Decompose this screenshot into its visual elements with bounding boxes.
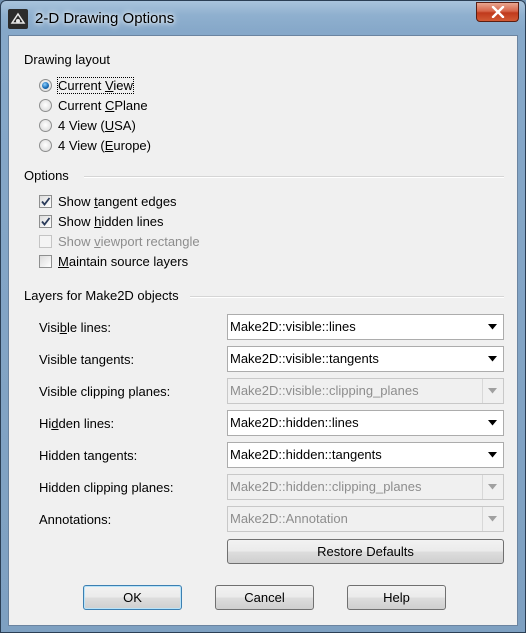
label-text: SA)	[114, 118, 136, 133]
checkbox-label: Show hidden lines	[58, 214, 164, 229]
combobox-value: Make2D::visible::tangents	[230, 351, 379, 366]
label-text: Current	[58, 78, 105, 93]
radio-label: 4 View (USA)	[58, 118, 136, 133]
radio-button-icon[interactable]	[39, 99, 52, 112]
accelerator-key: C	[104, 98, 115, 113]
hidden-tangents-combobox[interactable]: Make2D::hidden::tangents	[227, 442, 504, 468]
hidden-lines-label: Hidden lines:	[39, 416, 114, 431]
help-button[interactable]: Help	[347, 585, 446, 610]
app-icon	[8, 9, 28, 29]
options-separator	[84, 176, 504, 178]
label-text: iewport rectangle	[100, 234, 200, 249]
checkbox-icon	[39, 235, 52, 248]
label-text: Hidden tangents:	[39, 448, 138, 463]
combobox-value: Make2D::visible::clipping_planes	[230, 383, 419, 398]
combobox-value: Make2D::Annotation	[230, 511, 348, 526]
visible-tangents-label: Visible tangents:	[39, 352, 134, 367]
hidden-clipping-planes-label: Hidden clipping planes:	[39, 480, 173, 495]
checkbox-icon[interactable]	[39, 255, 52, 268]
combobox-value: Make2D::hidden::clipping_planes	[230, 479, 422, 494]
label-text: Hi	[39, 416, 52, 431]
label-text: urope)	[113, 138, 151, 153]
close-button[interactable]	[476, 2, 519, 22]
combobox-value: Make2D::visible::lines	[230, 319, 356, 334]
label-text: idden lines	[101, 214, 164, 229]
label-text: Show	[58, 214, 95, 229]
checkbox-label: Show tangent edges	[58, 194, 177, 209]
radio-label: Current CPlane	[58, 98, 148, 113]
radio-label: Current View	[57, 77, 134, 94]
cancel-button[interactable]: Cancel	[215, 585, 314, 610]
label-text: Current	[58, 98, 105, 113]
dropdown-arrow-icon	[482, 507, 503, 531]
accelerator-key: b	[59, 320, 67, 335]
checkbox-label: Show viewport rectangle	[58, 234, 200, 249]
label-text: den lines:	[58, 416, 115, 431]
restore-defaults-button[interactable]: Restore Defaults	[227, 539, 504, 564]
layers-separator	[190, 296, 504, 298]
drawing-layout-label: Drawing layout	[24, 52, 110, 67]
radio-label: 4 View (Europe)	[58, 138, 151, 153]
combobox-value: Make2D::hidden::tangents	[230, 447, 382, 462]
ok-button[interactable]: OK	[83, 585, 182, 610]
checkbox-label: Maintain source layers	[58, 254, 188, 269]
label-text: Annotations:	[39, 512, 112, 527]
accelerator-key: M	[58, 254, 69, 269]
visible-clipping-planes-label: Visible clipping planes:	[39, 384, 170, 399]
combobox-value: Make2D::hidden::lines	[230, 415, 359, 430]
dropdown-arrow-icon[interactable]	[483, 347, 503, 371]
label-text: 4 View (	[58, 118, 105, 133]
label-text: le lines:	[66, 320, 112, 335]
label-text: Show	[58, 194, 95, 209]
label-text: Visi	[39, 320, 60, 335]
title-bar[interactable]: 2-D Drawing Options	[1, 1, 525, 35]
window-title: 2-D Drawing Options	[35, 10, 175, 27]
dropdown-arrow-icon[interactable]	[483, 315, 503, 339]
label-text: angent edges	[97, 194, 177, 209]
checkbox-icon[interactable]	[39, 215, 52, 228]
hidden-lines-combobox[interactable]: Make2D::hidden::lines	[227, 410, 504, 436]
hidden-tangents-label: Hidden tangents:	[39, 448, 137, 463]
dialog-client-area: Drawing layout Current View Current CPlan…	[8, 35, 518, 626]
dropdown-arrow-icon[interactable]	[483, 443, 503, 467]
radio-button-icon[interactable]	[39, 79, 52, 92]
hidden-clipping-planes-combobox: Make2D::hidden::clipping_planes	[227, 474, 504, 500]
label-text: iew	[113, 78, 133, 93]
layers-label: Layers for Make2D objects	[24, 288, 179, 303]
label-text: Visible clipping planes:	[39, 384, 171, 399]
accelerator-key: U	[104, 118, 115, 133]
visible-lines-combobox[interactable]: Make2D::visible::lines	[227, 314, 504, 340]
visible-tangents-combobox[interactable]: Make2D::visible::tangents	[227, 346, 504, 372]
options-label: Options	[24, 168, 69, 183]
radio-button-icon[interactable]	[39, 139, 52, 152]
checkbox-icon[interactable]	[39, 195, 52, 208]
visible-lines-label: Visible lines:	[39, 320, 111, 335]
dropdown-arrow-icon	[482, 475, 503, 499]
label-text: Hidden clipping planes:	[39, 480, 174, 495]
radio-button-icon[interactable]	[39, 119, 52, 132]
label-text: Plane	[114, 98, 148, 113]
dialog-window: 2-D Drawing Options Drawing layout Curre…	[0, 0, 526, 633]
label-text: 4 View (	[58, 138, 105, 153]
visible-clipping-planes-combobox: Make2D::visible::clipping_planes	[227, 378, 504, 404]
dropdown-arrow-icon[interactable]	[483, 411, 503, 435]
label-text: aintain source layers	[68, 254, 189, 269]
annotations-label: Annotations:	[39, 512, 111, 527]
dropdown-arrow-icon	[482, 379, 503, 403]
label-text: Show	[58, 234, 95, 249]
label-text: Visible tangents:	[39, 352, 135, 367]
accelerator-key: d	[51, 416, 59, 431]
annotations-combobox: Make2D::Annotation	[227, 506, 504, 532]
